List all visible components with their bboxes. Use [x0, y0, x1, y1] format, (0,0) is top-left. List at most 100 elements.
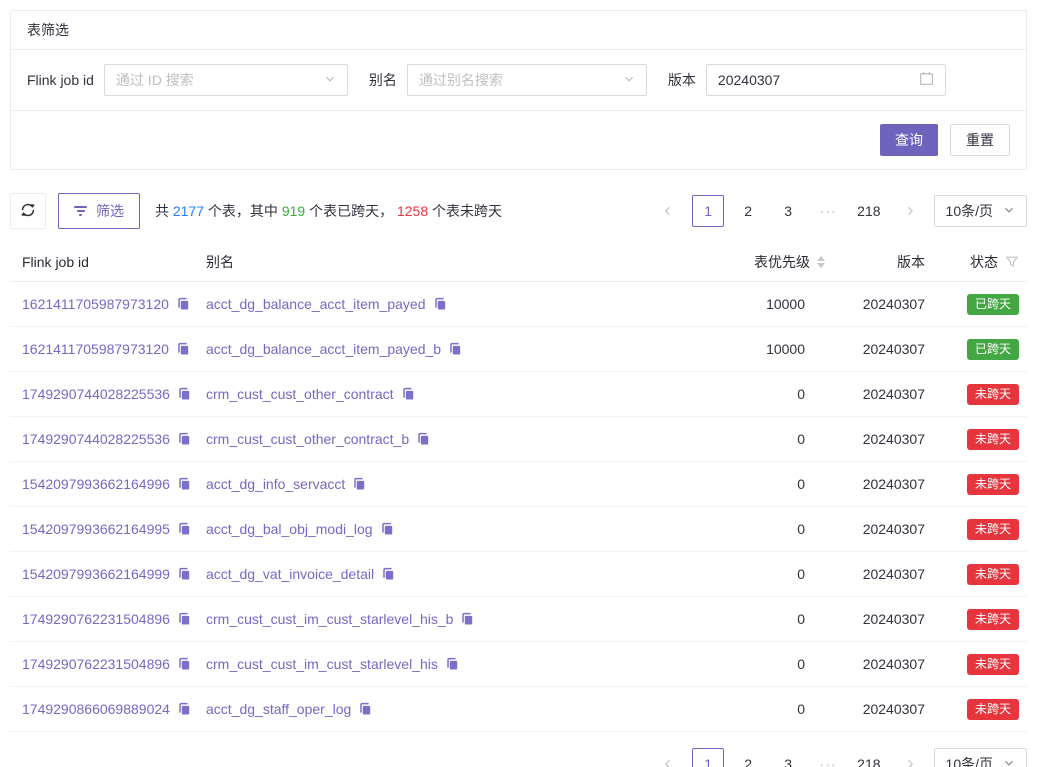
total-count: 2177	[173, 203, 204, 219]
prev-page-button[interactable]	[652, 195, 684, 227]
filter-funnel-icon[interactable]	[1005, 255, 1019, 269]
pagination-page-1[interactable]: 1	[692, 748, 724, 767]
chevron-down-icon	[623, 72, 635, 88]
version-date-input[interactable]: 20240307	[706, 64, 946, 96]
alias-link[interactable]: crm_cust_cust_im_cust_starlevel_his_b	[206, 611, 453, 627]
uncrossed-count: 1258	[397, 203, 428, 219]
refresh-button[interactable]	[10, 193, 46, 229]
alias-link[interactable]: crm_cust_cust_other_contract_b	[206, 431, 409, 447]
flink-job-id-link[interactable]: 1542097993662164996	[22, 476, 170, 492]
pagination-ellipsis[interactable]: ···	[812, 748, 844, 767]
copy-icon[interactable]	[460, 612, 474, 626]
priority-cell: 0	[697, 521, 825, 537]
chevron-down-icon	[1003, 756, 1015, 767]
pagination-page-3[interactable]: 3	[772, 748, 804, 767]
copy-icon[interactable]	[177, 612, 191, 626]
reset-button[interactable]: 重置	[950, 124, 1010, 156]
column-header-version: 版本	[825, 252, 925, 272]
filter-actions-row: 查询 重置	[11, 111, 1026, 169]
priority-cell: 10000	[697, 341, 825, 357]
status-badge: 未跨天	[967, 609, 1019, 630]
priority-cell: 0	[697, 611, 825, 627]
pagination-page-3[interactable]: 3	[772, 195, 804, 227]
footer: 123 ··· 218 10条/页	[10, 748, 1027, 767]
pagination-page-218[interactable]: 218	[852, 748, 885, 767]
version-cell: 20240307	[825, 521, 925, 537]
flink-job-id-link[interactable]: 1749290744028225536	[22, 386, 170, 402]
copy-icon[interactable]	[448, 342, 462, 356]
copy-icon[interactable]	[433, 297, 447, 311]
pagination-page-1[interactable]: 1	[692, 195, 724, 227]
alias-select[interactable]: 通过别名搜索	[407, 64, 647, 96]
copy-icon[interactable]	[177, 387, 191, 401]
flink-job-id-link[interactable]: 1749290866069889024	[22, 701, 170, 717]
copy-icon[interactable]	[177, 702, 191, 716]
version-cell: 20240307	[825, 431, 925, 447]
flink-job-id-link[interactable]: 1749290744028225536	[22, 431, 170, 447]
flink-job-id-link[interactable]: 1749290762231504896	[22, 656, 170, 672]
alias-link[interactable]: acct_dg_staff_oper_log	[206, 701, 351, 717]
page-size-label: 10条/页	[946, 754, 993, 767]
priority-cell: 0	[697, 386, 825, 402]
priority-cell: 0	[697, 476, 825, 492]
page-size-select[interactable]: 10条/页	[934, 195, 1027, 227]
table-row: 1621411705987973120 acct_dg_balance_acct…	[10, 327, 1027, 372]
copy-icon[interactable]	[177, 657, 191, 671]
results-table: Flink job id 别名 表优先级 版本 状态 1621411705987…	[10, 242, 1027, 732]
summary-mid2: 个表已跨天，	[305, 203, 397, 219]
flink-job-id-link[interactable]: 1542097993662164999	[22, 566, 170, 582]
page-size-select[interactable]: 10条/页	[934, 748, 1027, 767]
alias-link[interactable]: crm_cust_cust_im_cust_starlevel_his	[206, 656, 438, 672]
filter-card: 表筛选 Flink job id 通过 ID 搜索 别名 通过别名搜索 版本	[10, 10, 1027, 170]
copy-icon[interactable]	[176, 297, 190, 311]
alias-link[interactable]: acct_dg_vat_invoice_detail	[206, 566, 374, 582]
prev-page-button[interactable]	[652, 748, 684, 767]
next-page-button[interactable]	[894, 195, 926, 227]
table-row: 1542097993662164995 acct_dg_bal_obj_modi…	[10, 507, 1027, 552]
copy-icon[interactable]	[352, 477, 366, 491]
chevron-down-icon	[324, 72, 336, 88]
page-size-label: 10条/页	[946, 201, 993, 221]
pagination-page-2[interactable]: 2	[732, 195, 764, 227]
copy-icon[interactable]	[177, 477, 191, 491]
pagination-page-2[interactable]: 2	[732, 748, 764, 767]
flink-job-id-link[interactable]: 1542097993662164995	[22, 521, 170, 537]
alias-link[interactable]: crm_cust_cust_other_contract	[206, 386, 394, 402]
alias-link[interactable]: acct_dg_info_servacct	[206, 476, 345, 492]
version-cell: 20240307	[825, 566, 925, 582]
alias-link[interactable]: acct_dg_balance_acct_item_payed	[206, 296, 426, 312]
status-header-label: 状态	[970, 252, 998, 272]
copy-icon[interactable]	[445, 657, 459, 671]
copy-icon[interactable]	[177, 522, 191, 536]
alias-link[interactable]: acct_dg_bal_obj_modi_log	[206, 521, 373, 537]
version-cell: 20240307	[825, 611, 925, 627]
pagination-page-218[interactable]: 218	[852, 195, 885, 227]
alias-link[interactable]: acct_dg_balance_acct_item_payed_b	[206, 341, 441, 357]
flink-job-id-field: Flink job id 通过 ID 搜索	[27, 64, 348, 96]
version-cell: 20240307	[825, 296, 925, 312]
copy-icon[interactable]	[401, 387, 415, 401]
next-page-button[interactable]	[894, 748, 926, 767]
copy-icon[interactable]	[381, 567, 395, 581]
copy-icon[interactable]	[358, 702, 372, 716]
sort-icon[interactable]	[817, 256, 825, 268]
filter-fields-row: Flink job id 通过 ID 搜索 别名 通过别名搜索 版本 20240…	[11, 50, 1026, 111]
priority-cell: 0	[697, 566, 825, 582]
version-field: 版本 20240307	[668, 64, 946, 96]
flink-job-id-select[interactable]: 通过 ID 搜索	[104, 64, 348, 96]
flink-job-id-link[interactable]: 1621411705987973120	[22, 341, 169, 357]
copy-icon[interactable]	[177, 567, 191, 581]
copy-icon[interactable]	[176, 342, 190, 356]
table-body: 1621411705987973120 acct_dg_balance_acct…	[10, 282, 1027, 732]
version-cell: 20240307	[825, 341, 925, 357]
copy-icon[interactable]	[380, 522, 394, 536]
flink-job-id-link[interactable]: 1749290762231504896	[22, 611, 170, 627]
query-button[interactable]: 查询	[880, 124, 938, 156]
flink-job-id-link[interactable]: 1621411705987973120	[22, 296, 169, 312]
crossed-count: 919	[282, 203, 305, 219]
pagination-ellipsis[interactable]: ···	[812, 195, 844, 227]
copy-icon[interactable]	[177, 432, 191, 446]
table-row: 1749290744028225536 crm_cust_cust_other_…	[10, 417, 1027, 462]
filter-toggle-button[interactable]: 筛选	[58, 193, 140, 229]
copy-icon[interactable]	[416, 432, 430, 446]
